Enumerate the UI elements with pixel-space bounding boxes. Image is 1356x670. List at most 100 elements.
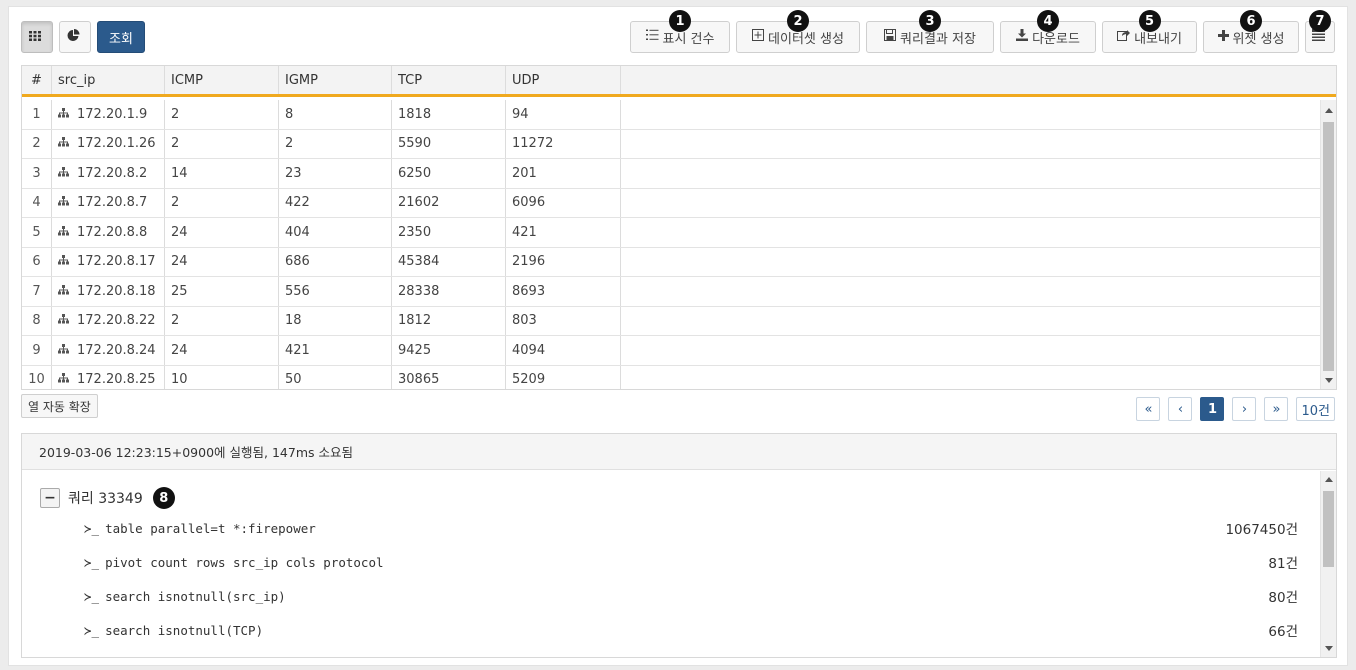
command-count: 1067450건 <box>1225 522 1298 538</box>
cell-empty <box>621 336 1320 365</box>
cell-icmp: 24 <box>165 247 279 276</box>
scroll-up-icon[interactable] <box>1325 108 1333 113</box>
display-count-button[interactable]: 1 표시 건수 <box>630 10 730 53</box>
page-size-select[interactable]: 10건 <box>1296 397 1335 421</box>
table-row[interactable]: 3 172.20.8.2 14 23 6250 201 <box>22 159 1320 189</box>
column-header-index[interactable]: # <box>22 66 52 94</box>
table-row[interactable]: 6 172.20.8.17 24 686 45384 2196 <box>22 247 1320 277</box>
action-buttons: 1 표시 건수 2 데이터셋 생성 3 쿼리결과 저장 4 다운로드 5 내보내… <box>630 10 1335 53</box>
table-row[interactable]: 8 172.20.8.22 2 18 1812 803 <box>22 306 1320 336</box>
network-icon <box>58 284 69 299</box>
cell-tcp: 1812 <box>392 306 506 335</box>
src-ip-value: 172.20.8.7 <box>77 195 148 211</box>
share-icon <box>1117 29 1134 45</box>
scroll-thumb[interactable] <box>1323 491 1334 567</box>
cell-empty <box>621 307 1320 336</box>
prev-page-button[interactable]: ‹ <box>1168 397 1193 421</box>
callout-badge-7: 7 <box>1309 10 1331 32</box>
export-button[interactable]: 5 내보내기 <box>1102 10 1197 53</box>
search-button[interactable]: 조회 <box>97 21 145 53</box>
cell-empty <box>621 248 1320 277</box>
download-button[interactable]: 4 다운로드 <box>1000 10 1096 53</box>
scroll-thumb[interactable] <box>1323 122 1334 371</box>
cell-icmp: 24 <box>165 336 279 365</box>
table-row[interactable]: 1 172.20.1.9 2 8 1818 94 <box>22 100 1320 130</box>
pie-chart-icon <box>67 28 84 46</box>
column-header-tcp[interactable]: TCP <box>392 66 506 94</box>
next-page-button[interactable]: › <box>1232 397 1257 421</box>
cell-udp: 421 <box>506 218 621 247</box>
network-icon <box>58 166 69 181</box>
table-row[interactable]: 5 172.20.8.8 24 404 2350 421 <box>22 218 1320 248</box>
callout-badge-4: 4 <box>1037 10 1059 32</box>
chart-view-button[interactable] <box>59 21 91 53</box>
cell-udp: 2196 <box>506 247 621 276</box>
table-row[interactable]: 9 172.20.8.24 24 421 9425 4094 <box>22 336 1320 366</box>
cell-icmp: 25 <box>165 277 279 306</box>
scroll-up-icon[interactable] <box>1325 477 1333 482</box>
current-page-button[interactable]: 1 <box>1200 397 1225 421</box>
toolbar: 조회 1 표시 건수 2 데이터셋 생성 3 쿼리결과 저장 4 다운로드 5 … <box>21 10 1335 55</box>
cell-igmp: 2 <box>279 129 392 158</box>
network-icon <box>58 195 69 210</box>
first-page-button[interactable]: « <box>1136 397 1161 421</box>
download-icon <box>1016 29 1032 45</box>
cell-index: 5 <box>22 218 52 247</box>
table-row[interactable]: 10 172.20.8.25 10 50 30865 5209 <box>22 365 1320 389</box>
create-dataset-button[interactable]: 2 데이터셋 생성 <box>736 10 860 53</box>
column-header-igmp[interactable]: IGMP <box>279 66 392 94</box>
plus-icon <box>1217 29 1233 45</box>
cell-tcp: 45384 <box>392 247 506 276</box>
column-header-udp[interactable]: UDP <box>506 66 621 94</box>
cell-src-ip: 172.20.8.22 <box>52 306 165 335</box>
cell-empty <box>621 159 1320 188</box>
cell-index: 4 <box>22 188 52 217</box>
terminal-prompt-icon: ≻_ <box>84 554 100 570</box>
save-query-result-button[interactable]: 3 쿼리결과 저장 <box>866 10 994 53</box>
cell-empty <box>621 100 1320 129</box>
cell-index: 9 <box>22 336 52 365</box>
view-toggle-group: 조회 <box>21 21 145 53</box>
table-body: 1 172.20.1.9 2 8 1818 94 2 172.20.1.26 2 2 5590 112… <box>22 100 1320 389</box>
network-icon <box>58 136 69 151</box>
column-header-src-ip[interactable]: src_ip <box>52 66 165 94</box>
grid-icon <box>29 30 45 45</box>
cell-tcp: 6250 <box>392 159 506 188</box>
query-command: ≻_ pivot count rows src_ip cols protocol… <box>84 552 1298 573</box>
src-ip-value: 172.20.8.8 <box>77 224 148 240</box>
last-page-button[interactable]: » <box>1264 397 1289 421</box>
scroll-down-icon[interactable] <box>1325 646 1333 651</box>
scroll-down-icon[interactable] <box>1325 378 1333 383</box>
collapse-button[interactable]: − <box>40 488 60 508</box>
table-row[interactable]: 4 172.20.8.7 2 422 21602 6096 <box>22 188 1320 218</box>
cell-udp: 6096 <box>506 188 621 217</box>
export-label: 내보내기 <box>1134 31 1182 47</box>
auto-expand-columns-button[interactable]: 열 자동 확장 <box>21 394 98 418</box>
cell-udp: 803 <box>506 306 621 335</box>
src-ip-value: 172.20.8.24 <box>77 342 156 358</box>
save-icon <box>884 29 900 45</box>
grid-view-button[interactable] <box>21 21 53 53</box>
command-text: pivot count rows src_ip cols protocol <box>105 554 384 570</box>
column-header-icmp[interactable]: ICMP <box>165 66 279 94</box>
cell-udp: 5209 <box>506 365 621 389</box>
cell-index: 3 <box>22 159 52 188</box>
table-scrollbar[interactable] <box>1320 100 1336 389</box>
table-row[interactable]: 2 172.20.1.26 2 2 5590 11272 <box>22 129 1320 159</box>
query-command: ≻_ search isnotnull(src_ip) 80건 <box>84 586 1298 607</box>
src-ip-value: 172.20.8.2 <box>77 165 148 181</box>
table-header: # src_ip ICMP IGMP TCP UDP <box>22 66 1336 97</box>
network-icon <box>58 225 69 240</box>
create-widget-button[interactable]: 6 위젯 생성 <box>1203 10 1299 53</box>
cell-icmp: 24 <box>165 218 279 247</box>
callout-badge-1: 1 <box>669 10 691 32</box>
cell-src-ip: 172.20.8.24 <box>52 336 165 365</box>
callout-badge-3: 3 <box>919 10 941 32</box>
cell-src-ip: 172.20.8.25 <box>52 365 165 389</box>
table-options-button[interactable]: 7 <box>1305 10 1335 53</box>
cell-index: 6 <box>22 247 52 276</box>
query-scrollbar[interactable] <box>1320 471 1336 657</box>
cell-tcp: 30865 <box>392 365 506 389</box>
table-row[interactable]: 7 172.20.8.18 25 556 28338 8693 <box>22 277 1320 307</box>
src-ip-value: 172.20.8.18 <box>77 283 156 299</box>
